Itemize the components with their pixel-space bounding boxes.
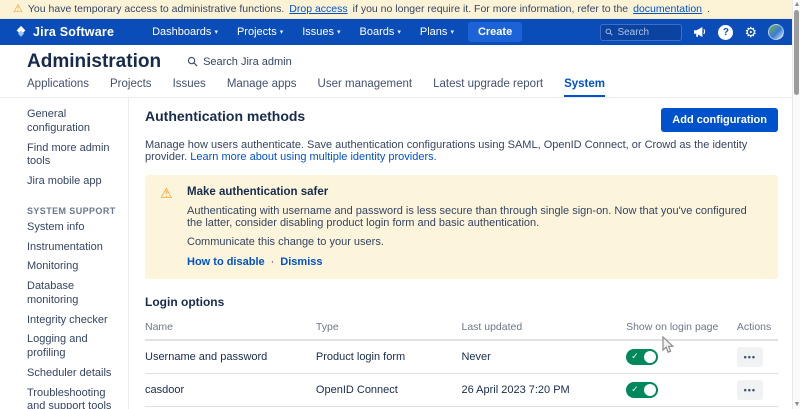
row-last-updated: Never xyxy=(461,340,626,374)
navbar-right: ? ⚙ xyxy=(600,24,800,41)
search-icon xyxy=(187,56,198,67)
row-actions-button[interactable]: ••• xyxy=(737,380,763,400)
app-navbar: Jira Software Dashboards▾ Projects▾ Issu… xyxy=(0,19,800,45)
sidebar-item-scheduler-details[interactable]: Scheduler details xyxy=(0,364,128,384)
tab-manage-apps[interactable]: Manage apps xyxy=(227,78,297,97)
link-separator: · xyxy=(271,256,275,268)
sidebar-item-system-info[interactable]: System info xyxy=(0,218,128,238)
toggle-knob xyxy=(644,351,656,363)
how-to-disable-link[interactable]: How to disable xyxy=(187,256,265,268)
scrollbar-up-arrow[interactable]: ▲ xyxy=(793,0,800,9)
search-icon xyxy=(605,27,613,37)
tab-user-management[interactable]: User management xyxy=(318,78,413,97)
column-header-type: Type xyxy=(316,316,462,340)
row-name: Username and password xyxy=(145,340,316,374)
column-header-name: Name xyxy=(145,316,316,340)
sidebar-item-jira-mobile-app[interactable]: Jira mobile app xyxy=(0,172,128,192)
admin-tabs: Applications Projects Issues Manage apps… xyxy=(27,78,605,97)
nav-item-projects[interactable]: Projects▾ xyxy=(237,26,283,38)
sidebar-item-logging-and-profiling[interactable]: Logging and profiling xyxy=(0,330,128,364)
warning-icon: ⚠ xyxy=(13,4,23,15)
page-title: Administration xyxy=(27,51,161,73)
login-options-table: Name Type Last updated Show on login pag… xyxy=(145,316,778,407)
banner-text-middle: if you no longer require it. For more in… xyxy=(353,3,628,15)
nav-item-dashboards[interactable]: Dashboards▾ xyxy=(152,26,218,38)
show-on-login-toggle[interactable]: ✓ xyxy=(626,349,658,365)
nav-menu: Dashboards▾ Projects▾ Issues▾ Boards▾ Pl… xyxy=(152,26,454,38)
toggle-knob xyxy=(644,384,656,396)
admin-search[interactable]: Search Jira admin xyxy=(187,56,292,68)
sidebar-item-database-monitoring[interactable]: Database monitoring xyxy=(0,277,128,311)
scrollbar-down-arrow[interactable]: ▼ xyxy=(793,400,800,409)
section-description: Manage how users authenticate. Save auth… xyxy=(145,139,778,163)
check-icon: ✓ xyxy=(631,384,639,395)
documentation-link[interactable]: documentation xyxy=(633,3,702,15)
add-configuration-button[interactable]: Add configuration xyxy=(661,108,778,132)
tab-projects[interactable]: Projects xyxy=(110,78,152,97)
system-sidebar: General configuration Find more admin to… xyxy=(0,98,129,409)
warning-title: Make authentication safer xyxy=(187,186,764,198)
chevron-down-icon: ▾ xyxy=(397,28,401,36)
sidebar-item-monitoring[interactable]: Monitoring xyxy=(0,257,128,277)
jira-logo-icon xyxy=(14,25,28,39)
admin-header: Administration Search Jira admin xyxy=(0,45,792,78)
row-actions-button[interactable]: ••• xyxy=(737,347,763,367)
tab-system[interactable]: System xyxy=(564,78,605,97)
nav-item-issues[interactable]: Issues▾ xyxy=(302,26,340,38)
sidebar-item-troubleshooting[interactable]: Troubleshooting and support tools xyxy=(0,384,128,409)
drop-access-link[interactable]: Drop access xyxy=(289,3,347,15)
show-on-login-toggle[interactable]: ✓ xyxy=(626,382,658,398)
learn-more-link[interactable]: Learn more about using multiple identity… xyxy=(190,151,436,163)
table-row: casdoor OpenID Connect 26 April 2023 7:2… xyxy=(145,374,778,407)
nav-search[interactable] xyxy=(600,24,682,41)
nav-item-plans[interactable]: Plans▾ xyxy=(420,26,454,38)
sidebar-item-integrity-checker[interactable]: Integrity checker xyxy=(0,311,128,331)
make-auth-safer-warning: ⚠ Make authentication safer Authenticati… xyxy=(145,175,778,279)
warning-icon: ⚠ xyxy=(160,185,173,202)
jira-logo-text: Jira Software xyxy=(33,25,114,39)
sidebar-group-system-support: SYSTEM SUPPORT xyxy=(0,203,128,218)
chevron-down-icon: ▾ xyxy=(450,28,454,36)
banner-text: You have temporary access to administrat… xyxy=(28,3,284,15)
chevron-down-icon: ▾ xyxy=(337,28,341,36)
row-last-updated: 26 April 2023 7:20 PM xyxy=(461,374,626,407)
gear-icon[interactable]: ⚙ xyxy=(744,25,757,39)
row-type: Product login form xyxy=(316,340,462,374)
create-button[interactable]: Create xyxy=(468,22,522,42)
nav-search-input[interactable] xyxy=(617,27,677,38)
temporary-access-banner: ⚠ You have temporary access to administr… xyxy=(0,0,800,19)
user-avatar[interactable] xyxy=(768,24,784,40)
jira-logo[interactable]: Jira Software xyxy=(0,25,114,39)
table-row: Username and password Product login form… xyxy=(145,340,778,374)
megaphone-icon[interactable] xyxy=(693,26,707,38)
vertical-scrollbar: ▲ ▼ xyxy=(792,0,800,409)
sidebar-item-find-more-admin-tools[interactable]: Find more admin tools xyxy=(0,139,128,173)
table-header-row: Name Type Last updated Show on login pag… xyxy=(145,316,778,340)
dismiss-link[interactable]: Dismiss xyxy=(280,256,322,268)
scrollbar-thumb[interactable] xyxy=(794,10,799,95)
chevron-down-icon: ▾ xyxy=(280,28,284,36)
column-header-actions: Actions xyxy=(737,316,778,340)
check-icon: ✓ xyxy=(631,351,639,362)
admin-search-label: Search Jira admin xyxy=(203,56,292,68)
row-type: OpenID Connect xyxy=(316,374,462,407)
login-options-heading: Login options xyxy=(145,295,778,309)
help-icon[interactable]: ? xyxy=(718,25,733,40)
column-header-show-on-login-page: Show on login page xyxy=(626,316,737,340)
sidebar-item-instrumentation[interactable]: Instrumentation xyxy=(0,238,128,258)
warning-body: Authenticating with username and passwor… xyxy=(187,205,764,229)
column-header-last-updated: Last updated xyxy=(461,316,626,340)
banner-text-end: . xyxy=(707,3,710,15)
main-content: Authentication methods Add configuration… xyxy=(145,98,778,409)
sidebar-item-general-configuration[interactable]: General configuration xyxy=(0,105,128,139)
tab-issues[interactable]: Issues xyxy=(173,78,206,97)
tab-latest-upgrade-report[interactable]: Latest upgrade report xyxy=(433,78,543,97)
row-name: casdoor xyxy=(145,374,316,407)
warning-body2: Communicate this change to your users. xyxy=(187,236,764,248)
section-title: Authentication methods xyxy=(145,108,305,124)
tab-applications[interactable]: Applications xyxy=(27,78,89,97)
chevron-down-icon: ▾ xyxy=(214,28,218,36)
nav-item-boards[interactable]: Boards▾ xyxy=(360,26,401,38)
